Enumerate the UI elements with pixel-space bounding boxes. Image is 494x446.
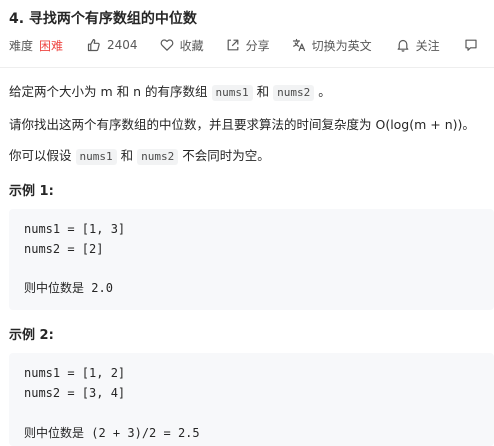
share-label: 分享 bbox=[245, 38, 270, 53]
like-button[interactable]: 2404 bbox=[87, 38, 138, 52]
example-2-block: nums1 = [1, 2] nums2 = [3, 4] 则中位数是 (2 +… bbox=[9, 353, 494, 446]
inline-code-nums1: nums1 bbox=[211, 85, 253, 101]
share-button[interactable]: 分享 bbox=[226, 37, 270, 54]
example-1-result-line: 则中位数是 2.0 bbox=[24, 280, 113, 296]
description-text: 。 bbox=[318, 84, 331, 99]
difficulty-label: 难度 bbox=[9, 38, 34, 53]
heart-icon bbox=[160, 38, 174, 52]
result-value: 2.0 bbox=[91, 281, 113, 295]
inline-code-nums1: nums1 bbox=[75, 149, 117, 165]
feedback-button[interactable] bbox=[464, 38, 484, 52]
follow-button[interactable]: 关注 bbox=[396, 37, 440, 54]
result-label: 则中位数是 bbox=[24, 281, 85, 295]
switch-language-label: 切换为英文 bbox=[311, 38, 372, 53]
example-2-title: 示例 2: bbox=[9, 328, 54, 343]
description-text: 你可以假设 bbox=[9, 148, 72, 163]
feedback-icon bbox=[464, 38, 478, 52]
follow-label: 关注 bbox=[415, 38, 440, 53]
problem-page: 4. 寻找两个有序数组的中位数 难度 困难 2404 收藏 分享 切换为英文 关… bbox=[0, 0, 494, 446]
example-2-input-line: nums2 = [3, 4] bbox=[24, 386, 126, 400]
example-1-title: 示例 1: bbox=[9, 184, 54, 199]
example-2-result-line: 则中位数是 (2 + 3)/2 = 2.5 bbox=[24, 425, 200, 441]
inline-code-nums2: nums2 bbox=[273, 85, 315, 101]
description-text: 给定两个大小为 m 和 n 的有序数组 bbox=[9, 84, 208, 99]
result-value: (2 + 3)/2 = 2.5 bbox=[91, 426, 200, 440]
share-icon bbox=[226, 38, 240, 52]
problem-title: 4. 寻找两个有序数组的中位数 bbox=[9, 11, 197, 27]
example-2-input-line: nums1 = [1, 2] bbox=[24, 366, 126, 380]
description-text: 和 bbox=[256, 84, 270, 99]
description-paragraph-3: 你可以假设 nums1 和 nums2 不会同时为空。 bbox=[9, 147, 270, 165]
translate-icon bbox=[292, 38, 306, 52]
description-paragraph-2: 请你找出这两个有序数组的中位数，并且要求算法的时间复杂度为 O(log(m + … bbox=[9, 117, 475, 132]
favorite-label: 收藏 bbox=[179, 38, 204, 53]
switch-language-button[interactable]: 切换为英文 bbox=[292, 37, 372, 54]
description-text: 不会同时为空。 bbox=[182, 148, 270, 163]
favorite-button[interactable]: 收藏 bbox=[160, 37, 204, 54]
problem-meta-bar: 难度 困难 2404 收藏 分享 切换为英文 关注 bbox=[9, 36, 484, 54]
result-label: 则中位数是 bbox=[24, 426, 85, 440]
inline-code-nums2: nums2 bbox=[137, 149, 179, 165]
example-1-input-line: nums1 = [1, 3] bbox=[24, 222, 126, 236]
bell-icon bbox=[396, 38, 410, 52]
difficulty-badge: 困难 bbox=[39, 38, 64, 53]
header-divider bbox=[0, 67, 494, 68]
description-text: 和 bbox=[120, 148, 134, 163]
example-1-block: nums1 = [1, 3] nums2 = [2] 则中位数是 2.0 bbox=[9, 209, 494, 310]
example-1-input-line: nums2 = [2] bbox=[24, 242, 104, 256]
description-paragraph-1: 给定两个大小为 m 和 n 的有序数组 nums1 和 nums2。 bbox=[9, 83, 331, 101]
thumbs-up-icon bbox=[87, 38, 101, 52]
like-count: 2404 bbox=[107, 38, 138, 52]
